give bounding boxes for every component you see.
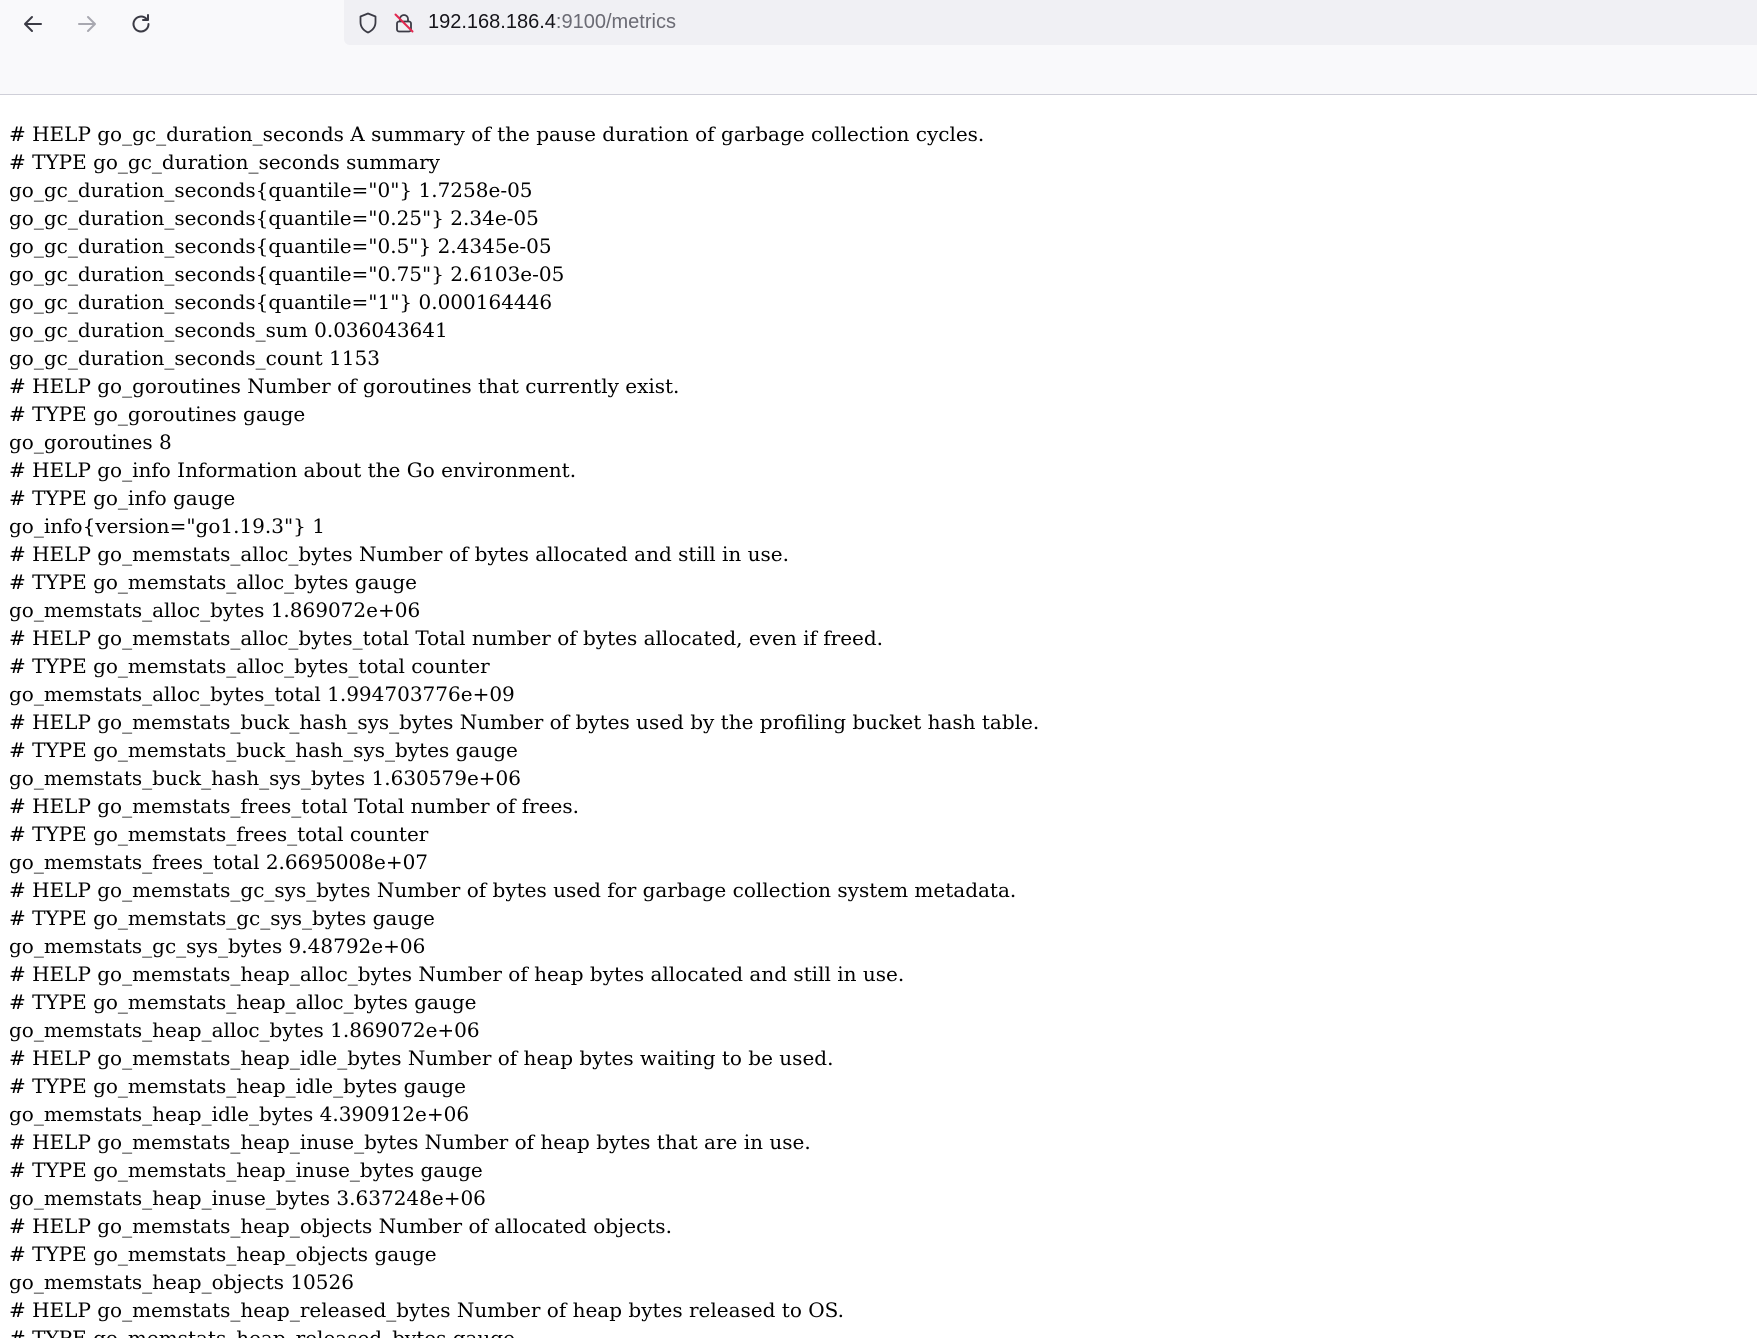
metric-line: go_gc_duration_seconds_count 1153 xyxy=(9,346,380,370)
url-text[interactable]: 192.168.186.4:9100/metrics xyxy=(428,11,676,34)
metric-line: # HELP go_memstats_buck_hash_sys_bytes N… xyxy=(9,710,1040,734)
metric-line: go_memstats_alloc_bytes_total 1.99470377… xyxy=(9,682,515,706)
metric-line: # TYPE go_memstats_heap_released_bytes g… xyxy=(9,1326,515,1338)
metric-line: # TYPE go_memstats_heap_alloc_bytes gaug… xyxy=(9,990,477,1014)
metric-line: # HELP go_memstats_heap_released_bytes N… xyxy=(9,1298,844,1322)
insecure-lock-icon[interactable] xyxy=(391,10,417,36)
metric-line: go_memstats_heap_alloc_bytes 1.869072e+0… xyxy=(9,1018,480,1042)
metric-line: # HELP go_memstats_frees_total Total num… xyxy=(9,794,579,818)
browser-toolbar: 192.168.186.4:9100/metrics xyxy=(0,0,1757,95)
shield-icon[interactable] xyxy=(355,10,381,36)
metric-line: # TYPE go_memstats_buck_hash_sys_bytes g… xyxy=(9,738,518,762)
address-bar[interactable]: 192.168.186.4:9100/metrics xyxy=(344,0,1757,45)
metric-line: go_memstats_alloc_bytes 1.869072e+06 xyxy=(9,598,421,622)
metric-line: # HELP go_memstats_alloc_bytes Number of… xyxy=(9,542,789,566)
metric-line: # HELP go_memstats_gc_sys_bytes Number o… xyxy=(9,878,1017,902)
metric-line: # TYPE go_memstats_gc_sys_bytes gauge xyxy=(9,906,435,930)
metric-line: # TYPE go_memstats_heap_objects gauge xyxy=(9,1242,437,1266)
metric-line: go_goroutines 8 xyxy=(9,430,172,454)
reload-button[interactable] xyxy=(121,4,161,44)
back-arrow-icon xyxy=(24,16,42,32)
metric-line: go_gc_duration_seconds{quantile="0"} 1.7… xyxy=(9,178,533,202)
metric-line: # HELP go_memstats_heap_idle_bytes Numbe… xyxy=(9,1046,834,1070)
metric-line: go_info{version="go1.19.3"} 1 xyxy=(9,514,325,538)
metric-line: go_memstats_frees_total 2.6695008e+07 xyxy=(9,850,429,874)
metric-line: # TYPE go_memstats_alloc_bytes gauge xyxy=(9,570,418,594)
metric-line: # HELP go_memstats_heap_inuse_bytes Numb… xyxy=(9,1130,811,1154)
metric-line: go_gc_duration_seconds{quantile="0.75"} … xyxy=(9,262,565,286)
forward-arrow-icon xyxy=(78,16,96,32)
metric-line: go_gc_duration_seconds_sum 0.036043641 xyxy=(9,318,448,342)
metric-line: # HELP go_memstats_alloc_bytes_total Tot… xyxy=(9,626,884,650)
metric-line: # HELP go_memstats_heap_objects Number o… xyxy=(9,1214,672,1238)
metric-line: # TYPE go_memstats_alloc_bytes_total cou… xyxy=(9,654,490,678)
url-path: :9100/metrics xyxy=(555,11,676,33)
back-button[interactable] xyxy=(13,4,53,44)
metric-line: # TYPE go_goroutines gauge xyxy=(9,402,306,426)
metric-line: # TYPE go_memstats_heap_idle_bytes gauge xyxy=(9,1074,466,1098)
metric-line: go_gc_duration_seconds{quantile="1"} 0.0… xyxy=(9,290,553,314)
reload-icon xyxy=(132,14,150,33)
metric-line: go_memstats_heap_idle_bytes 4.390912e+06 xyxy=(9,1102,470,1126)
metric-line: go_gc_duration_seconds{quantile="0.25"} … xyxy=(9,206,539,230)
metric-line: # HELP go_gc_duration_seconds A summary … xyxy=(9,122,985,146)
metric-line: # TYPE go_memstats_heap_inuse_bytes gaug… xyxy=(9,1158,483,1182)
metric-line: go_gc_duration_seconds{quantile="0.5"} 2… xyxy=(9,234,552,258)
metric-line: go_memstats_gc_sys_bytes 9.48792e+06 xyxy=(9,934,426,958)
metrics-text: # HELP go_gc_duration_seconds A summary … xyxy=(9,120,1749,1338)
metric-line: go_memstats_buck_hash_sys_bytes 1.630579… xyxy=(9,766,521,790)
url-host: 192.168.186.4 xyxy=(428,11,556,33)
metric-line: # HELP go_info Information about the Go … xyxy=(9,458,577,482)
metric-line: # HELP go_memstats_heap_alloc_bytes Numb… xyxy=(9,962,905,986)
metric-line: # TYPE go_info gauge xyxy=(9,486,236,510)
metric-line: # TYPE go_memstats_frees_total counter xyxy=(9,822,429,846)
metric-line: # HELP go_goroutines Number of goroutine… xyxy=(9,374,680,398)
metric-line: go_memstats_heap_objects 10526 xyxy=(9,1270,354,1294)
metric-line: go_memstats_heap_inuse_bytes 3.637248e+0… xyxy=(9,1186,486,1210)
page-content: # HELP go_gc_duration_seconds A summary … xyxy=(9,120,1749,1338)
metric-line: # TYPE go_gc_duration_seconds summary xyxy=(9,150,440,174)
forward-button[interactable] xyxy=(67,4,107,44)
